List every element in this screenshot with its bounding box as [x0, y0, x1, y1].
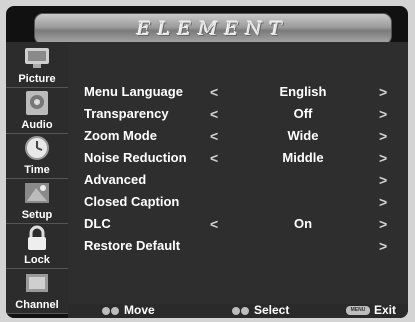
osd-screen: ELEMENT Picture Audio Time Setup Lock Ch… — [6, 6, 408, 318]
row-label: Zoom Mode — [84, 128, 157, 143]
sidebar-item-setup[interactable]: Setup — [6, 178, 68, 224]
menu-row-closed-caption[interactable]: Closed Caption > — [68, 191, 408, 213]
chevron-right-icon[interactable]: > — [379, 216, 387, 232]
footer-hints: Move Select MENU Exit — [68, 303, 408, 318]
navigate-arrows-icon — [102, 304, 120, 318]
chevron-left-icon[interactable]: < — [210, 128, 218, 144]
picture-icon — [25, 48, 49, 68]
channel-icon — [26, 274, 48, 292]
menu-key-icon: MENU — [346, 306, 370, 316]
menu-row-transparency[interactable]: Transparency < Off > — [68, 103, 408, 125]
clock-icon — [25, 136, 49, 160]
chevron-right-icon[interactable]: > — [379, 106, 387, 122]
tv-frame: ELEMENT Picture Audio Time Setup Lock Ch… — [0, 0, 415, 322]
sidebar-item-label: Lock — [24, 254, 50, 266]
sidebar-item-label: Time — [24, 164, 50, 176]
menu-row-menu-language[interactable]: Menu Language < English > — [68, 81, 408, 103]
chevron-left-icon[interactable]: < — [210, 84, 218, 100]
chevron-left-icon[interactable]: < — [210, 216, 218, 232]
row-label: Transparency — [84, 106, 169, 121]
sidebar-item-time[interactable]: Time — [6, 133, 68, 179]
row-value: Off — [293, 106, 313, 121]
select-arrows-icon — [232, 304, 250, 318]
chevron-left-icon[interactable]: < — [210, 106, 218, 122]
brand-banner: ELEMENT — [34, 13, 392, 45]
hint-exit: MENU Exit — [346, 303, 396, 317]
sidebar-item-lock[interactable]: Lock — [6, 223, 68, 269]
row-value: Wide — [287, 128, 319, 143]
row-value: Middle — [282, 150, 324, 165]
menu-row-advanced[interactable]: Advanced > — [68, 169, 408, 191]
sidebar: Picture Audio Time Setup Lock Channel — [6, 42, 68, 314]
row-value: English — [279, 84, 327, 99]
lock-icon — [28, 225, 46, 250]
row-label: Menu Language — [84, 84, 183, 99]
sidebar-item-channel[interactable]: Channel — [6, 268, 68, 314]
menu-row-dlc[interactable]: DLC < On > — [68, 213, 408, 235]
sidebar-item-label: Picture — [18, 73, 56, 85]
sidebar-item-label: Channel — [15, 299, 59, 311]
chevron-right-icon[interactable]: > — [379, 150, 387, 166]
row-label: Closed Caption — [84, 194, 180, 209]
row-label: Noise Reduction — [84, 150, 187, 165]
chevron-left-icon[interactable]: < — [210, 150, 218, 166]
menu-row-noise-reduction[interactable]: Noise Reduction < Middle > — [68, 147, 408, 169]
chevron-right-icon[interactable]: > — [379, 128, 387, 144]
row-label: Restore Default — [84, 238, 181, 253]
row-value: On — [293, 216, 313, 231]
chevron-right-icon[interactable]: > — [379, 194, 387, 210]
chevron-right-icon[interactable]: > — [379, 172, 387, 188]
sidebar-item-audio[interactable]: Audio — [6, 88, 68, 134]
row-label: DLC — [84, 216, 111, 231]
hint-move-label: Move — [124, 303, 155, 317]
brand-logo: ELEMENT — [137, 18, 289, 40]
hint-exit-label: Exit — [374, 303, 397, 317]
sidebar-item-label: Audio — [21, 119, 53, 131]
hint-select: Select — [232, 303, 289, 318]
chevron-right-icon[interactable]: > — [379, 84, 387, 100]
chevron-right-icon[interactable]: > — [379, 238, 387, 254]
menu-row-zoom-mode[interactable]: Zoom Mode < Wide > — [68, 125, 408, 147]
hint-select-label: Select — [254, 303, 290, 317]
menu-row-restore-default[interactable]: Restore Default > — [68, 235, 408, 257]
sidebar-item-label: Setup — [21, 209, 53, 221]
sidebar-item-picture[interactable]: Picture — [6, 42, 68, 88]
setup-icon — [25, 183, 49, 203]
settings-panel: Menu Language < English > Transparency <… — [68, 42, 408, 304]
row-label: Advanced — [84, 172, 147, 187]
speaker-icon — [26, 91, 48, 115]
hint-move: Move — [102, 303, 155, 318]
